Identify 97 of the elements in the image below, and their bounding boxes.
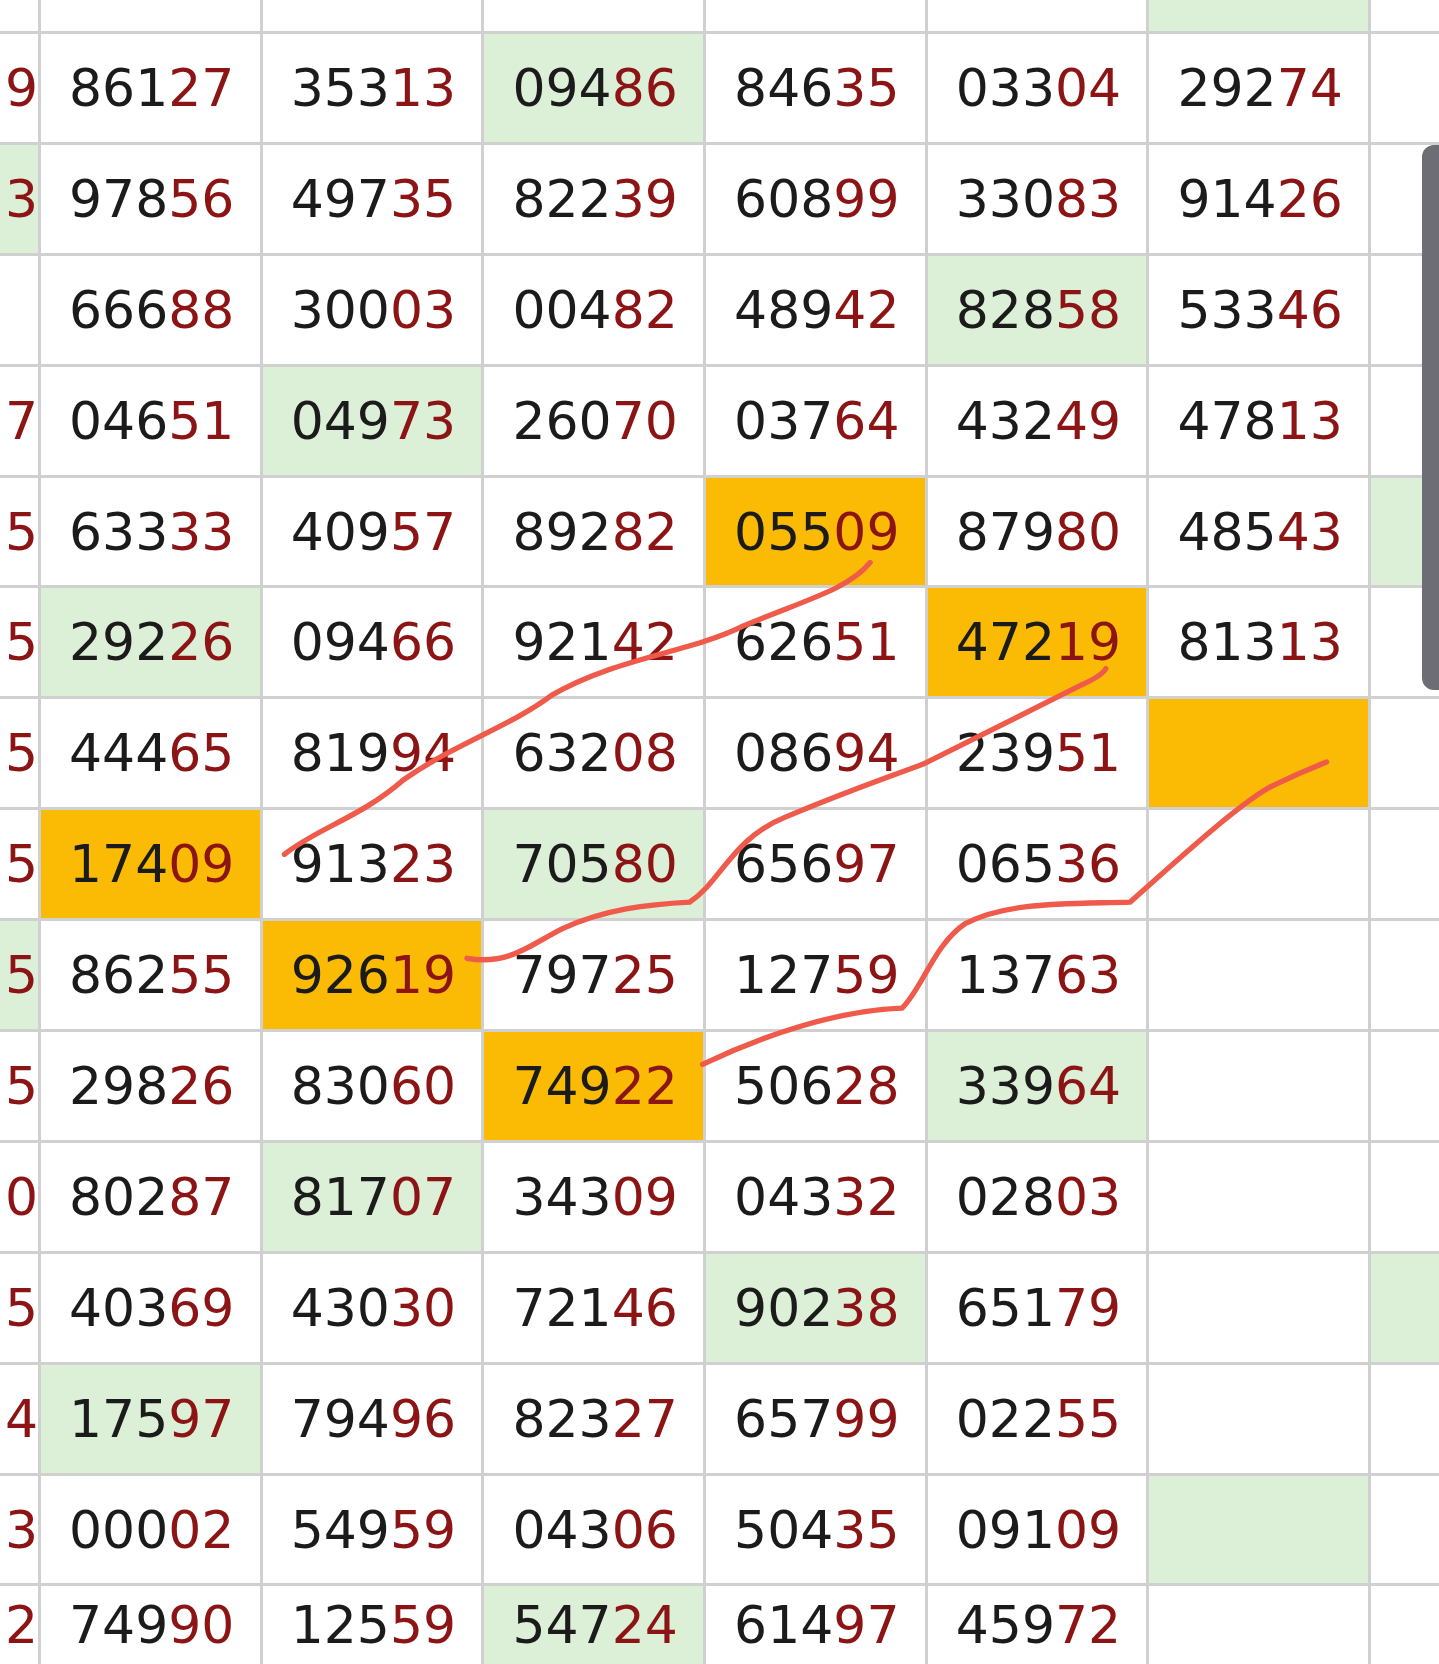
table-cell: 4 [0,1364,38,1473]
table-cell: 12759 [706,921,925,1029]
table-cell: 12559 [262,1586,482,1664]
table-cell: 90238 [706,1253,925,1362]
table-cell: 26070 [484,366,704,475]
table-cell: 89282 [484,477,704,586]
table-cell: 81313 [1149,588,1369,697]
table-cell: 09109 [927,1475,1147,1584]
table-cell: 72146 [484,1253,704,1362]
table-cell: 29226 [41,588,260,697]
table-cell: 29274 [1149,34,1369,142]
table-cell: 02803 [927,1142,1147,1251]
table-cell: 03304 [927,34,1147,142]
table-cell: 05509 [706,477,925,586]
table-cell: 04306 [484,1475,704,1584]
table-cell: 5 [0,699,38,808]
table-cell: 82327 [484,1364,704,1473]
table-cell: 33083 [927,144,1147,253]
table-cell: 5 [0,477,38,586]
table-cell: 97856 [41,144,260,253]
table-cell: 08694 [706,699,925,808]
table-cell [0,0,38,31]
table-cell: 60899 [706,144,925,253]
table-cell: 91323 [262,810,482,919]
table-cell: 5 [0,1253,38,1362]
table-cell: 40957 [262,477,482,586]
table-cell: 54724 [484,1586,704,1664]
table-cell: 09466 [262,588,482,697]
table-cell: 7 [0,366,38,475]
table-cell: 5 [0,588,38,697]
table-cell: 13763 [927,921,1147,1029]
table-cell: 04332 [706,1142,925,1251]
table-cell: 00482 [484,255,704,364]
table-cell: 79496 [262,1364,482,1473]
table-cell: 09486 [484,34,704,142]
table-cell: 66688 [41,255,260,364]
table-cell: 3 [0,144,38,253]
table-cell: 80287 [41,1142,260,1251]
table-cell: 62651 [706,588,925,697]
table-cell: 54959 [262,1475,482,1584]
table-cell: 48543 [1149,477,1369,586]
table-cell: 47219 [927,588,1147,697]
table-cell: 5 [0,810,38,919]
table-cell: 3 [0,1475,38,1584]
table-cell: 87980 [927,477,1147,586]
table-cell: 91426 [1149,144,1369,253]
table-cell: 23951 [927,699,1147,808]
table-cell: 2 [0,1586,38,1664]
table-cell: 65799 [706,1364,925,1473]
table-cell: 86255 [41,921,260,1029]
table-cell: 81707 [262,1142,482,1251]
table-cell: 65697 [706,810,925,919]
table-cell: 5 [0,1032,38,1140]
table-cell: 33964 [927,1032,1147,1140]
table-cell: 06536 [927,810,1147,919]
table-cell: 44465 [41,699,260,808]
table-cell: 74990 [41,1586,260,1664]
table-cell: 00002 [41,1475,260,1584]
table-cell: 63333 [41,477,260,586]
table-cell: 17409 [41,810,260,919]
table-cell: 34309 [484,1142,704,1251]
table-cell: 50628 [706,1032,925,1140]
table-cell: 04973 [262,366,482,475]
table-cell: 30003 [262,255,482,364]
table-cell: 53346 [1149,255,1369,364]
table-cell: 92619 [262,921,482,1029]
table-cell: 35313 [262,34,482,142]
table-cell: 29826 [41,1032,260,1140]
table-cell: 47813 [1149,366,1369,475]
table-cell: 61497 [706,1586,925,1664]
table-cell: 03764 [706,366,925,475]
table-cell: 63208 [484,699,704,808]
table-cell: 40369 [41,1253,260,1362]
table-cell: 82858 [927,255,1147,364]
table-cell: 70580 [484,810,704,919]
table-cell: 65179 [927,1253,1147,1362]
table-cell: 74922 [484,1032,704,1140]
table-cell: 86127 [41,34,260,142]
table-cell: 79725 [484,921,704,1029]
table-cell: 43030 [262,1253,482,1362]
table-cell: 04651 [41,366,260,475]
table-cell: 48942 [706,255,925,364]
table-cell: 9 [0,34,38,142]
table-cell: 5 [0,921,38,1029]
table-cell: 02255 [927,1364,1147,1473]
table-cell: 84635 [706,34,925,142]
table-cell: 17597 [41,1364,260,1473]
table-cell: 0 [0,1142,38,1251]
table-cell: 49735 [262,144,482,253]
table-cell: 50435 [706,1475,925,1584]
table-cell [1371,0,1439,31]
table-cell: 82239 [484,144,704,253]
scrollbar-thumb[interactable] [1422,145,1439,690]
table-cell: 45972 [927,1586,1147,1664]
table-cell: 83060 [262,1032,482,1140]
table-cell: 43249 [927,366,1147,475]
table-cell: 92142 [484,588,704,697]
